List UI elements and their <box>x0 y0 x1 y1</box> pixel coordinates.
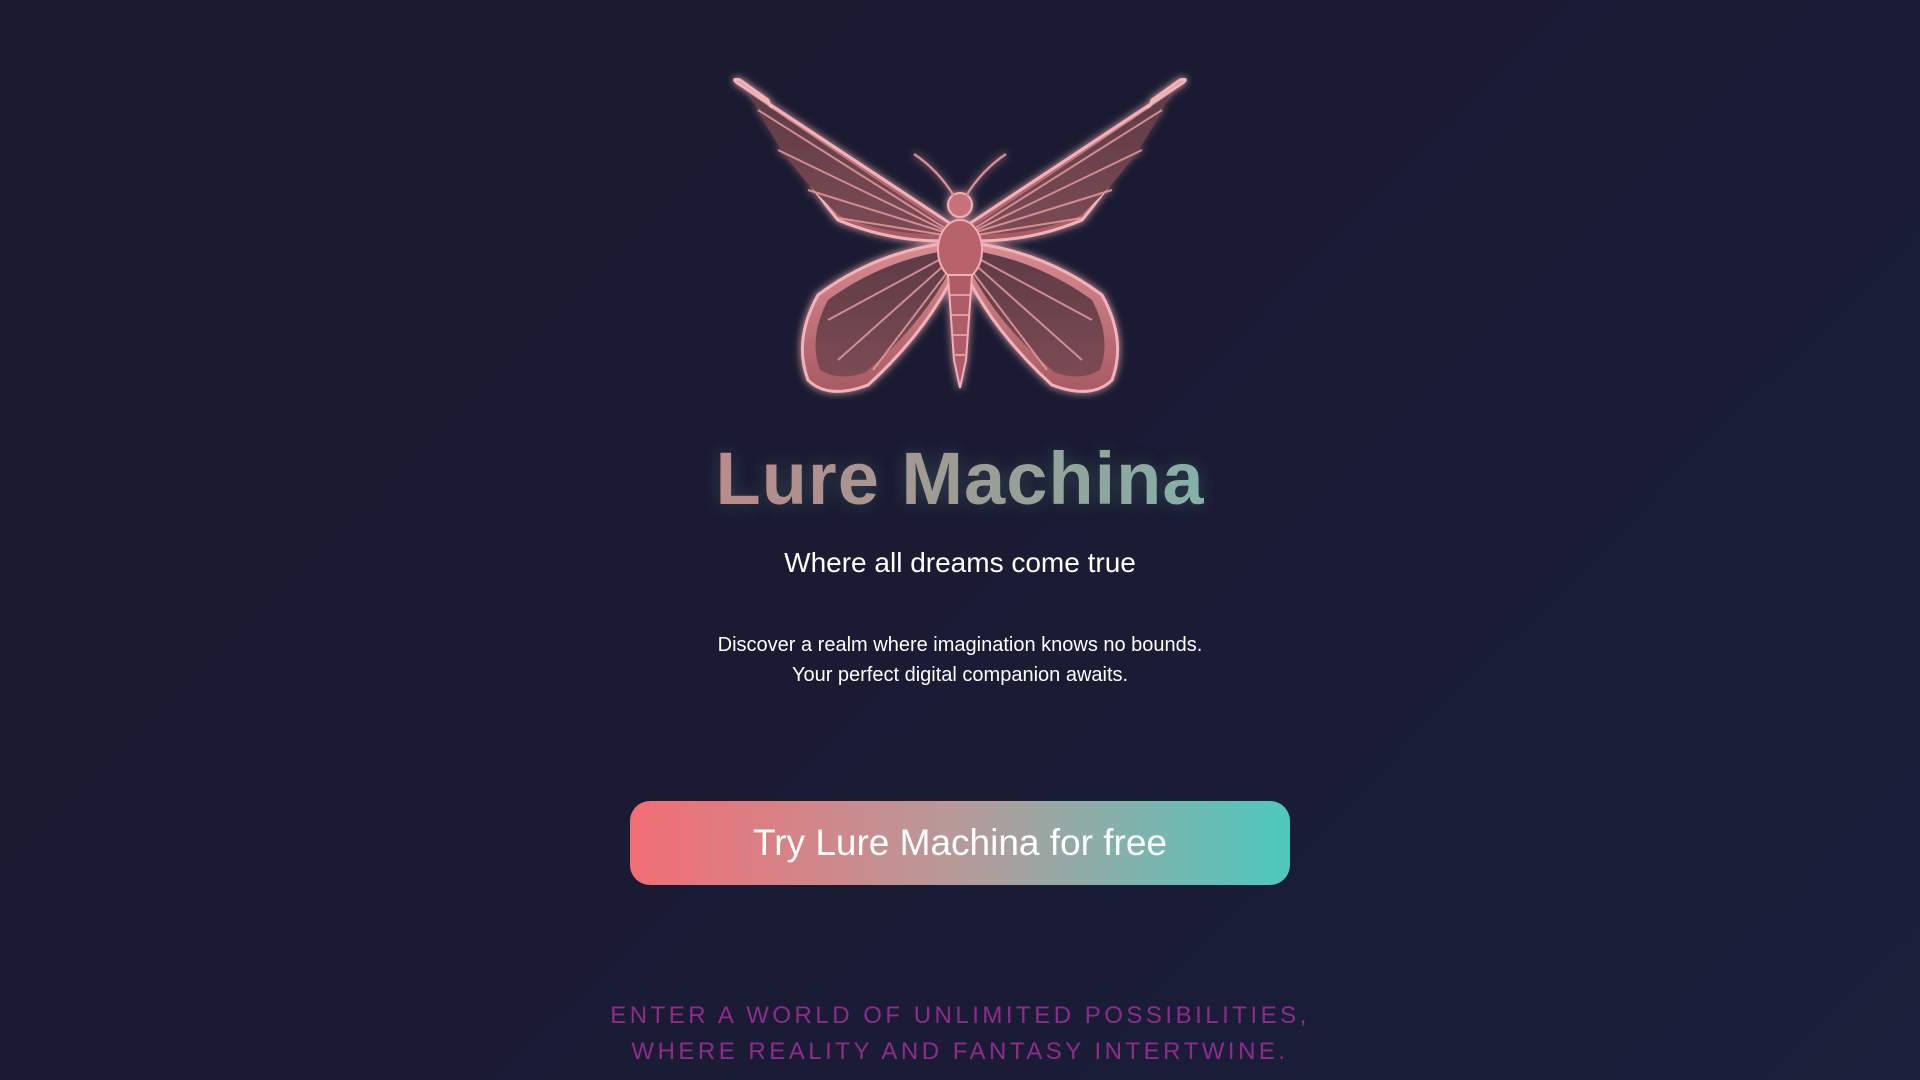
description-line: Discover a realm where imagination knows… <box>717 634 1203 656</box>
title-container: Lure Machina <box>0 436 1920 522</box>
tagline: ENTER A WORLD OF UNLIMITED POSSIBILITIES… <box>0 998 1920 1070</box>
butterfly-icon <box>728 70 1192 400</box>
tagline-line: ENTER A WORLD OF UNLIMITED POSSIBILITIES… <box>610 1002 1310 1029</box>
description-line: Your perfect digital companion awaits. <box>791 664 1129 686</box>
subtitle: Where all dreams come true <box>784 547 1136 578</box>
tagline-line: WHERE REALITY AND FANTASY INTERTWINE. <box>631 1038 1289 1065</box>
try-free-button[interactable]: Try Lure Machina for free <box>630 801 1290 885</box>
page-title: Lure Machina <box>715 437 1205 520</box>
landing-page: Lure Machina Where all dreams come true … <box>0 0 1920 1080</box>
description: Discover a realm where imagination knows… <box>0 630 1920 690</box>
